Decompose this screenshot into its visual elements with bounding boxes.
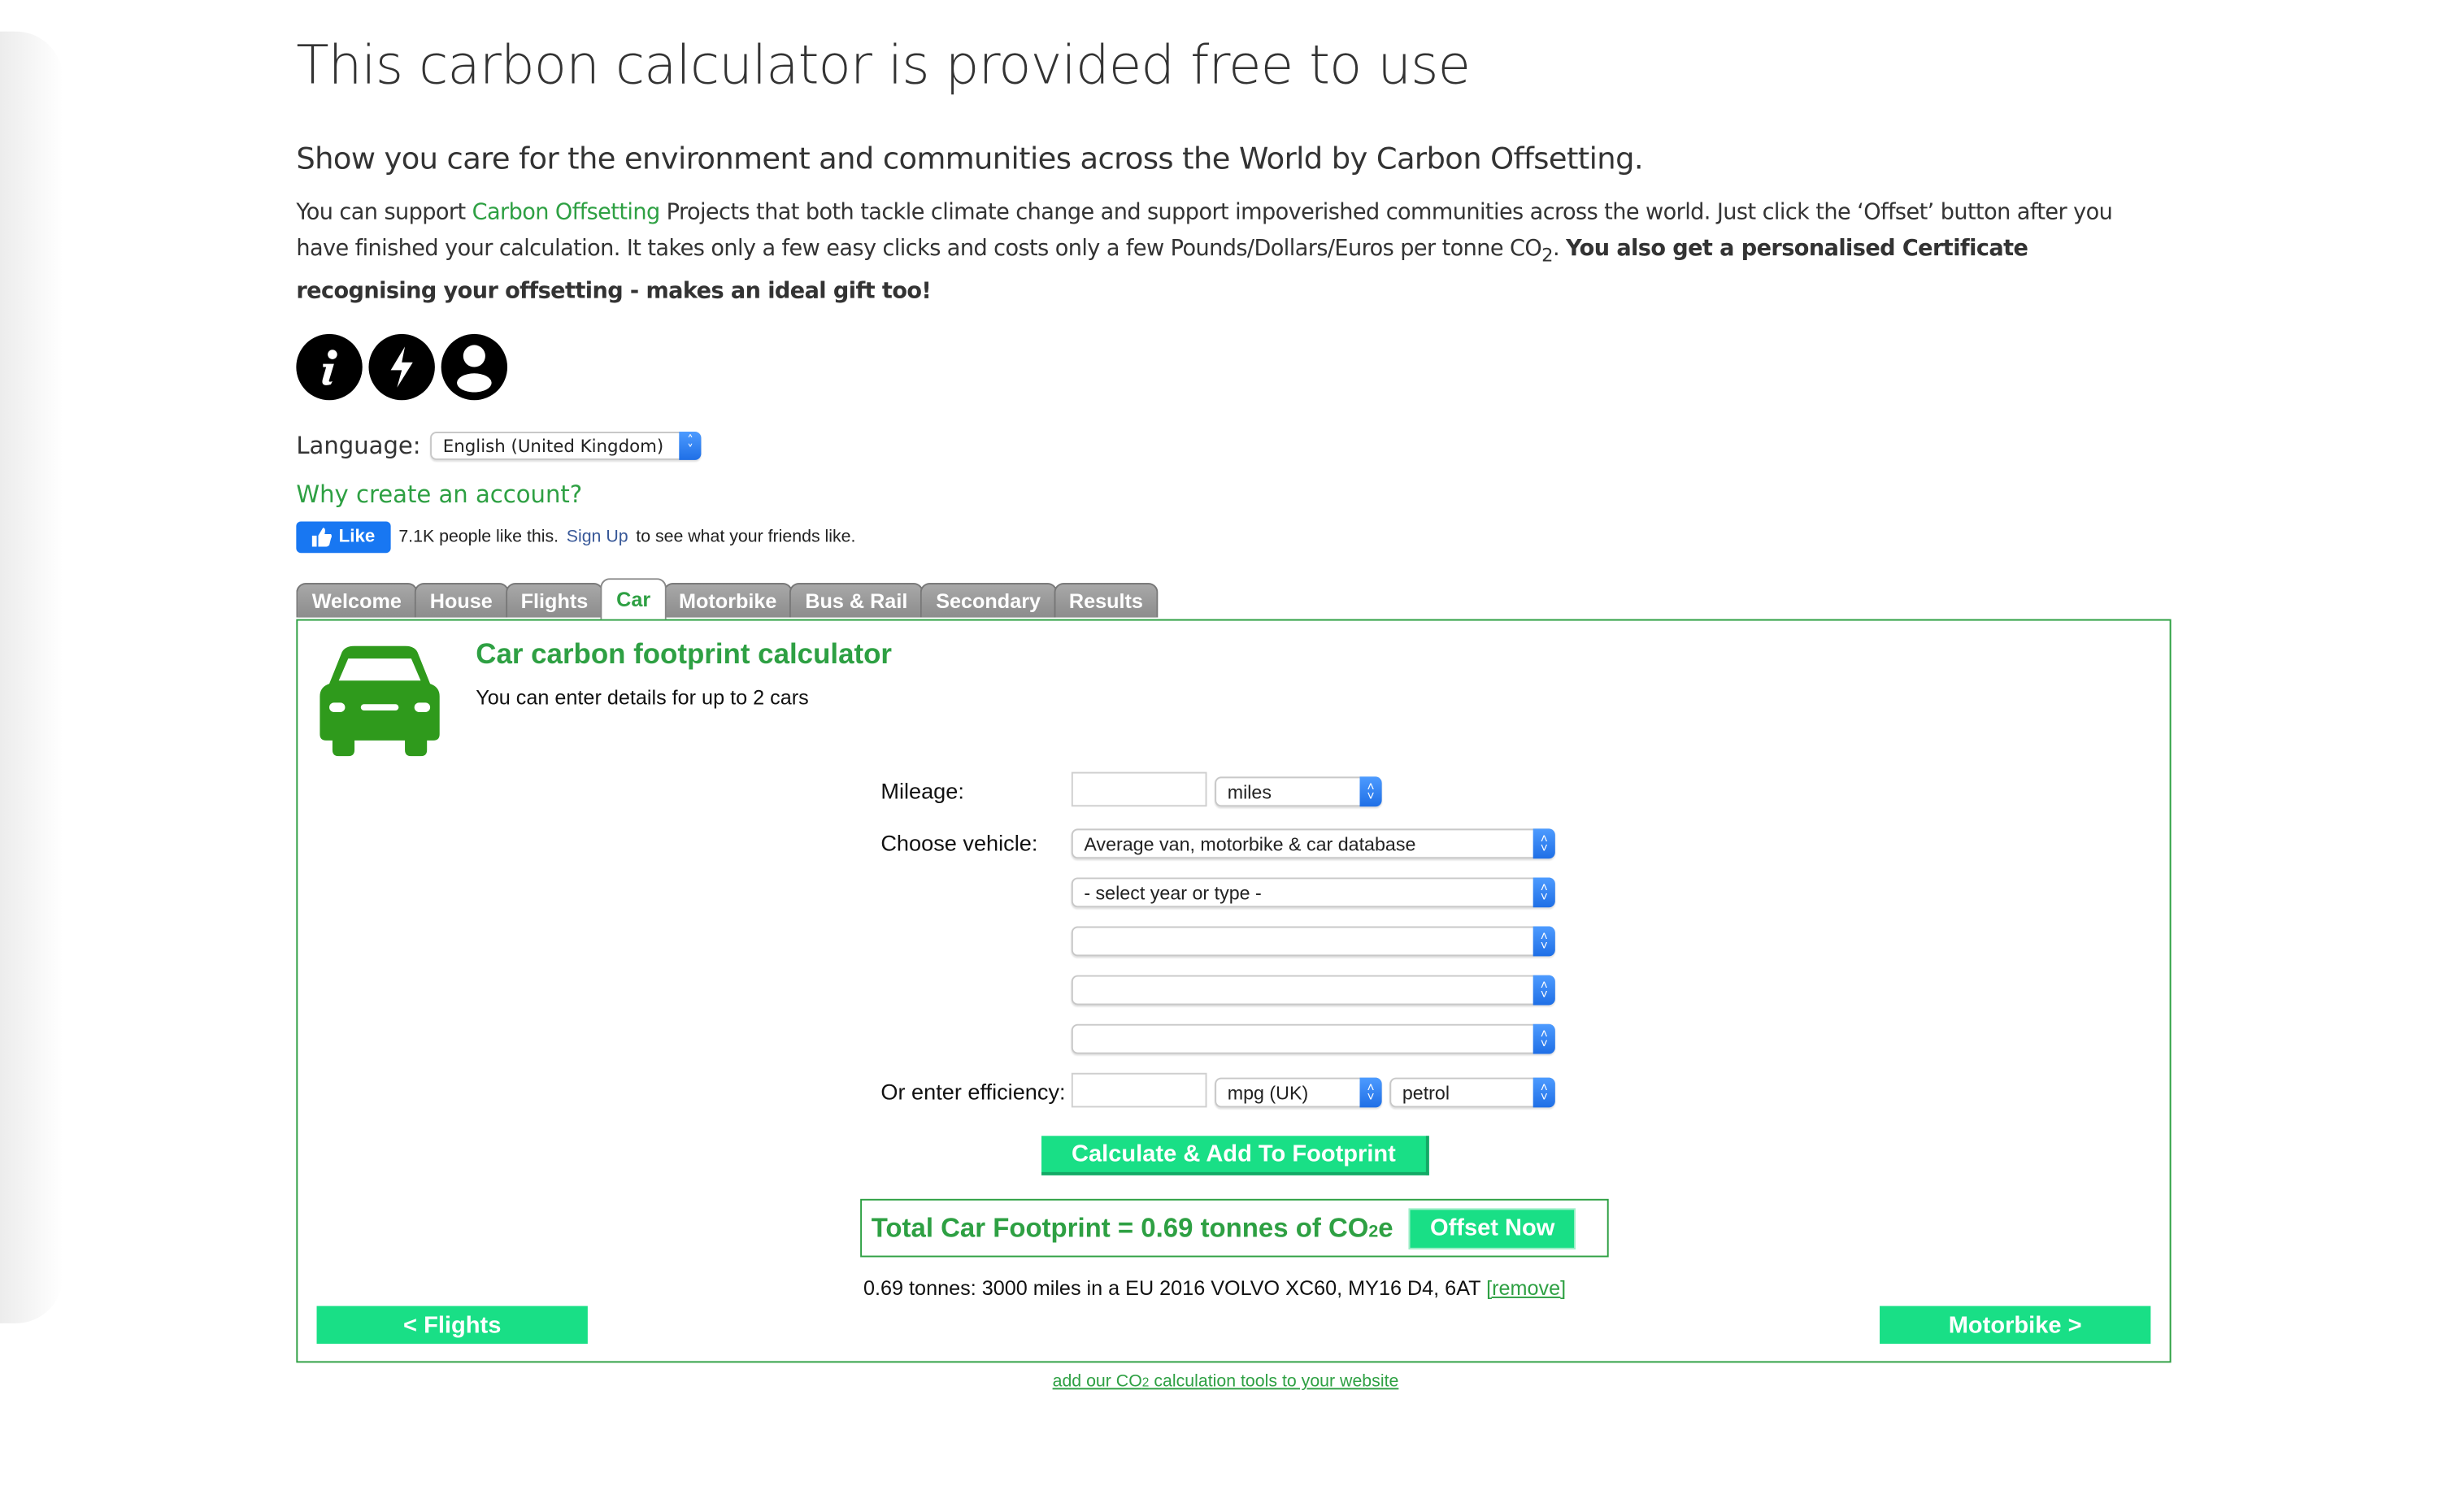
tab-house[interactable]: House [414, 583, 509, 618]
thumbs-up-icon [311, 528, 332, 547]
efficiency-label: Or enter efficiency: [880, 1079, 1066, 1105]
tab-results[interactable]: Results [1053, 583, 1159, 618]
user-icon[interactable] [441, 333, 508, 401]
tab-welcome[interactable]: Welcome [296, 583, 418, 618]
year-type-select[interactable]: - select year or type - ˄ ˅ [1071, 877, 1555, 908]
mileage-unit-value: miles [1227, 780, 1272, 803]
summary-text: 0.69 tonnes: 3000 miles in a EU 2016 VOL… [863, 1275, 1481, 1300]
language-select[interactable]: English (United Kingdom) ˄ ˅ [430, 432, 702, 460]
calculate-button[interactable]: Calculate & Add To Footprint [1041, 1136, 1429, 1175]
select-arrows-icon: ˄ ˅ [1533, 828, 1555, 859]
next-motorbike-button[interactable]: Motorbike > [1880, 1306, 2151, 1345]
year-type-value: - select year or type - [1084, 881, 1262, 904]
tab-car[interactable]: Car [600, 578, 667, 619]
model-select[interactable]: ˄ ˅ [1071, 975, 1555, 1006]
select-arrows-icon: ˄ ˅ [1533, 926, 1555, 957]
info-icon[interactable] [296, 333, 363, 401]
tab-motorbike[interactable]: Motorbike [663, 583, 793, 618]
select-arrows-icon: ˄ ˅ [1533, 1077, 1555, 1108]
like-rest-text: to see what your friends like. [636, 528, 856, 547]
mileage-label: Mileage: [880, 778, 964, 804]
variant-select[interactable]: ˄ ˅ [1071, 1023, 1555, 1054]
tab-secondary[interactable]: Secondary [920, 583, 1057, 618]
prev-flights-button[interactable]: < Flights [316, 1306, 588, 1345]
subscript: 2 [1541, 243, 1553, 267]
language-row: Language: English (United Kingdom) ˄ ˅ [296, 432, 702, 460]
facebook-like-widget: Like 7.1K people like this. Sign Up to s… [296, 521, 856, 554]
fuel-value: petrol [1402, 1081, 1450, 1104]
efficiency-input[interactable] [1071, 1072, 1207, 1108]
select-arrows-icon: ˄ ˅ [1533, 1023, 1555, 1054]
panel-title: Car carbon footprint calculator [476, 637, 892, 670]
panel-subtitle: You can enter details for up to 2 cars [476, 685, 809, 710]
efficiency-unit-value: mpg (UK) [1227, 1081, 1309, 1104]
select-arrows-icon: ˄ ˅ [1359, 1077, 1382, 1108]
page-title: This carbon calculator is provided free … [296, 34, 1471, 98]
mileage-input[interactable] [1071, 771, 1207, 807]
facebook-like-button[interactable]: Like [296, 521, 391, 554]
car-calculator-panel: Car carbon footprint calculator You can … [296, 619, 2172, 1363]
language-value: English (United Kingdom) [442, 435, 664, 457]
choose-vehicle-label: Choose vehicle: [880, 830, 1038, 856]
tab-bus-rail[interactable]: Bus & Rail [789, 583, 924, 618]
fuel-select[interactable]: petrol ˄ ˅ [1389, 1077, 1555, 1108]
like-count: 7.1K people like this. [398, 528, 559, 547]
select-arrows-icon: ˄ ˅ [1359, 776, 1382, 807]
intro-text: You can support [296, 200, 472, 226]
mileage-unit-select[interactable]: miles ˄ ˅ [1215, 776, 1382, 807]
vehicle-database-value: Average van, motorbike & car database [1084, 832, 1416, 855]
lightning-icon[interactable] [368, 333, 435, 401]
total-footprint-text: Total Car Footprint = 0.69 tonnes of CO2… [871, 1212, 1393, 1243]
carbon-offsetting-link[interactable]: Carbon Offsetting [472, 200, 661, 225]
why-create-account-link[interactable]: Why create an account? [296, 480, 582, 509]
efficiency-unit-select[interactable]: mpg (UK) ˄ ˅ [1215, 1077, 1382, 1108]
total-footprint-box: Total Car Footprint = 0.69 tonnes of CO2… [860, 1198, 1609, 1258]
offset-now-button[interactable]: Offset Now [1408, 1207, 1576, 1249]
intro-paragraph: You can support Carbon Offsetting Projec… [296, 195, 2155, 310]
select-arrows-icon: ˄ ˅ [1533, 975, 1555, 1006]
select-arrows-icon: ˄ ˅ [679, 432, 702, 460]
tab-flights[interactable]: Flights [505, 583, 604, 618]
vehicle-database-select[interactable]: Average van, motorbike & car database ˄ ˅ [1071, 828, 1555, 859]
language-label: Language: [296, 432, 421, 460]
icon-row [296, 333, 508, 401]
calculator-tabs: Welcome House Flights Car Motorbike Bus … [296, 578, 1159, 620]
select-arrows-icon: ˄ ˅ [1533, 877, 1555, 908]
page-subtitle: Show you care for the environment and co… [296, 141, 1644, 177]
footprint-summary: 0.69 tonnes: 3000 miles in a EU 2016 VOL… [863, 1276, 1566, 1300]
add-tools-link[interactable]: add our CO2 calculation tools to your we… [1053, 1372, 1399, 1391]
left-shadow [0, 31, 63, 1323]
like-label: Like [338, 528, 376, 547]
remove-link[interactable]: [remove] [1486, 1276, 1566, 1300]
make-select[interactable]: ˄ ˅ [1071, 926, 1555, 957]
facebook-signup-link[interactable]: Sign Up [567, 528, 628, 546]
intro-text: . [1552, 236, 1567, 262]
car-icon [317, 645, 443, 764]
